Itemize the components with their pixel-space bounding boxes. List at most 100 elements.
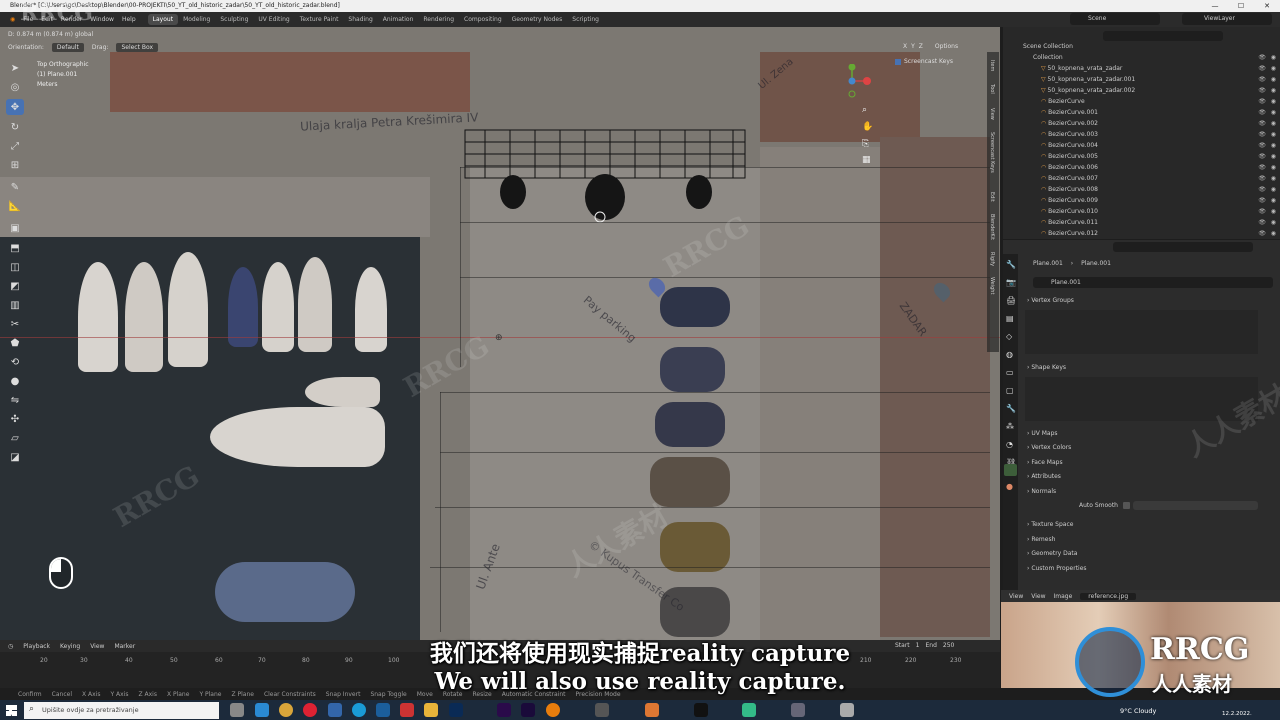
sidebar-tab-weight[interactable]: Weight [989, 277, 995, 294]
render-tab-icon[interactable]: 📷 [1006, 278, 1016, 287]
render-camera-icon[interactable]: ◉ [1271, 195, 1276, 206]
properties-section-header[interactable]: › UV Maps [1027, 430, 1058, 437]
scene-selector[interactable]: Scene [1070, 13, 1160, 25]
tab-sculpting[interactable]: Sculpting [215, 14, 253, 25]
particles-tab-icon[interactable]: ⁂ [1006, 422, 1014, 431]
render-camera-icon[interactable]: ◉ [1271, 206, 1276, 217]
shear-tool-icon[interactable]: ▱ [6, 430, 24, 446]
outliner-item[interactable]: ◠ BezierCurve.012 👁 ◉ [1003, 228, 1280, 239]
app-icon[interactable] [742, 703, 756, 717]
visibility-eye-icon[interactable]: 👁 [1258, 63, 1266, 74]
navigation-gizmo[interactable] [838, 64, 878, 104]
axis-x-toggle[interactable]: X [903, 43, 907, 50]
edge-slide-tool-icon[interactable]: ⇋ [6, 392, 24, 408]
render-camera-icon[interactable]: ◉ [1271, 228, 1276, 239]
properties-section-header[interactable]: › Custom Properties [1027, 565, 1087, 572]
image-filename-field[interactable]: reference.jpg [1080, 592, 1137, 600]
edge-icon[interactable] [255, 703, 269, 717]
tab-animation[interactable]: Animation [378, 14, 419, 25]
scene-tab-icon[interactable]: ◇ [1006, 332, 1012, 341]
app-icon[interactable] [400, 703, 414, 717]
render-camera-icon[interactable]: ◉ [1271, 173, 1276, 184]
visibility-eye-icon[interactable]: 👁 [1258, 162, 1266, 173]
material-tab-icon[interactable]: ● [1006, 482, 1013, 491]
app-icon[interactable] [840, 703, 854, 717]
grid-toggle-icon[interactable]: ▦ [862, 155, 871, 165]
properties-section-header[interactable]: › Face Maps [1027, 459, 1063, 466]
world-tab-icon[interactable]: ◍ [1006, 350, 1013, 359]
folder-icon[interactable] [424, 703, 438, 717]
outliner-item[interactable]: ◠ BezierCurve.007 👁 ◉ [1003, 173, 1280, 184]
outliner-item[interactable]: ◠ BezierCurve.005 👁 ◉ [1003, 151, 1280, 162]
object-tab-icon[interactable]: ▢ [1006, 386, 1014, 395]
auto-smooth-slider[interactable] [1133, 501, 1258, 510]
data-tab-icon[interactable] [1004, 464, 1017, 476]
sidebar-tab-item[interactable]: Item [989, 60, 995, 71]
app-icon[interactable] [645, 703, 659, 717]
view-layer-tab-icon[interactable]: ▤ [1006, 314, 1014, 323]
annotate-tool-icon[interactable]: ✎ [6, 179, 24, 195]
visibility-eye-icon[interactable]: 👁 [1258, 206, 1266, 217]
sidebar-tab-screencast[interactable]: Screencast Keys [989, 132, 995, 173]
chrome-icon[interactable] [279, 703, 293, 717]
visibility-eye-icon[interactable]: 👁 [1258, 107, 1266, 118]
visibility-eye-icon[interactable]: 👁 [1258, 74, 1266, 85]
visibility-eye-icon[interactable]: 👁 [1258, 118, 1266, 129]
app-icon[interactable] [595, 703, 609, 717]
rip-tool-icon[interactable]: ◪ [6, 449, 24, 465]
render-camera-icon[interactable]: ◉ [1271, 217, 1276, 228]
3d-viewport[interactable]: ⊕ Ulaja kralja Petra Krešimira IV Pay pa… [0, 27, 1000, 640]
blender-icon[interactable] [546, 703, 560, 717]
visibility-eye-icon[interactable]: 👁 [1258, 96, 1266, 107]
tab-texture-paint[interactable]: Texture Paint [295, 14, 344, 25]
blender-logo-icon[interactable]: ◉ [6, 16, 19, 23]
render-camera-icon[interactable]: ◉ [1271, 107, 1276, 118]
axis-y-toggle[interactable]: Y [911, 43, 915, 50]
render-camera-icon[interactable]: ◉ [1271, 63, 1276, 74]
outliner-item[interactable]: ▽ 50_kopnena_vrata_zadar.001 👁 ◉ [1003, 74, 1280, 85]
transform-tool-icon[interactable]: ⊞ [6, 157, 24, 173]
visibility-eye-icon[interactable]: 👁 [1258, 228, 1266, 239]
outliner-item[interactable]: ▽ 50_kopnena_vrata_zadar.002 👁 ◉ [1003, 85, 1280, 96]
outliner-item[interactable]: ▽ 50_kopnena_vrata_zadar 👁 ◉ [1003, 63, 1280, 74]
collection-tab-icon[interactable]: ▭ [1006, 368, 1014, 377]
clock-date[interactable]: 12.2.2022. [1222, 711, 1252, 717]
visibility-eye-icon[interactable]: 👁 [1258, 173, 1266, 184]
render-camera-icon[interactable]: ◉ [1271, 140, 1276, 151]
image-menu[interactable]: Image [1054, 593, 1073, 600]
tab-modeling[interactable]: Modeling [178, 14, 215, 25]
cursor-tool-icon[interactable]: ◎ [6, 79, 24, 95]
smooth-tool-icon[interactable]: ● [6, 373, 24, 389]
tool-tab-icon[interactable]: 🔧 [1006, 260, 1016, 269]
viewlayer-selector[interactable]: ViewLayer [1182, 13, 1272, 25]
sidebar-tab-rigify[interactable]: Rigify [989, 252, 995, 266]
sidebar-tab-blenderkit[interactable]: BlenderKit [989, 214, 995, 240]
zoom-icon[interactable]: ⌕ [862, 105, 867, 115]
select-cursor-icon[interactable]: ➤ [6, 60, 24, 76]
visibility-eye-icon[interactable]: 👁 [1258, 184, 1266, 195]
pan-hand-icon[interactable]: ✋ [862, 122, 873, 132]
outliner-scene-collection[interactable]: Scene Collection [1003, 41, 1280, 52]
mesh-name-field[interactable]: Plane.001 [1033, 277, 1273, 288]
camera-view-icon[interactable]: ⎘ [862, 139, 869, 149]
outliner-item[interactable]: ◠ BezierCurve.003 👁 ◉ [1003, 129, 1280, 140]
render-camera-icon[interactable]: ◉ [1271, 118, 1276, 129]
poly-build-tool-icon[interactable]: ⬟ [6, 335, 24, 351]
properties-section-header[interactable]: › Vertex Colors [1027, 444, 1071, 451]
close-button[interactable]: ✕ [1254, 0, 1280, 12]
minimize-button[interactable]: — [1202, 0, 1228, 12]
visibility-eye-icon[interactable]: 👁 [1258, 195, 1266, 206]
opera-icon[interactable] [303, 703, 317, 717]
menu-help[interactable]: Help [118, 16, 140, 23]
tab-uv-editing[interactable]: UV Editing [253, 14, 294, 25]
tiktok-icon[interactable] [694, 703, 708, 717]
spin-tool-icon[interactable]: ⟲ [6, 354, 24, 370]
properties-section-header[interactable]: › Remesh [1027, 536, 1055, 543]
taskbar-search-input[interactable]: Upišite ovdje za pretraživanje [24, 702, 219, 719]
shrink-tool-icon[interactable]: ✣ [6, 411, 24, 427]
orientation-dropdown[interactable]: Default [51, 43, 84, 52]
tab-shading[interactable]: Shading [343, 14, 377, 25]
visibility-eye-icon[interactable]: 👁 [1258, 217, 1266, 228]
tab-geometry-nodes[interactable]: Geometry Nodes [507, 14, 568, 25]
physics-tab-icon[interactable]: ◔ [1006, 440, 1013, 449]
